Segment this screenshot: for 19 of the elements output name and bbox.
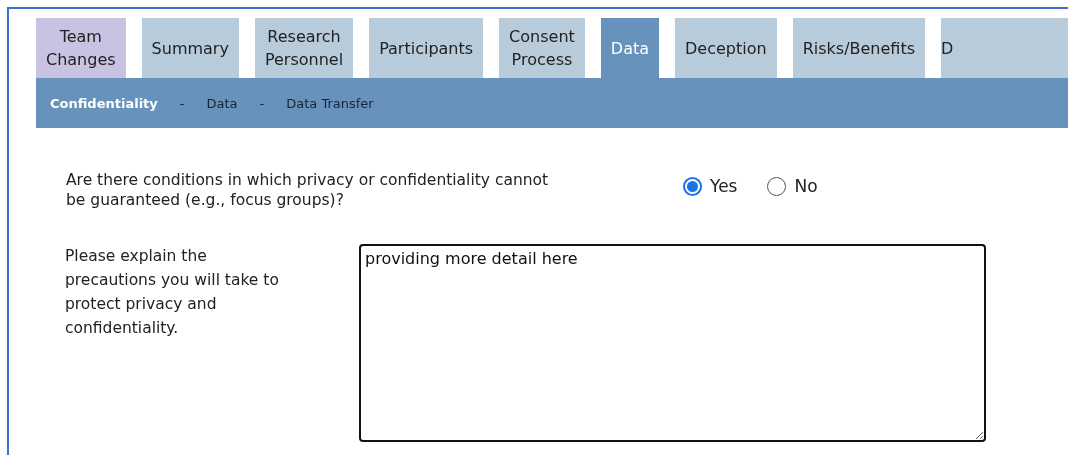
tab[interactable]: Team Changes (36, 18, 126, 78)
tab[interactable]: Summary (141, 18, 239, 78)
explanation-field[interactable]: providing more detail here (359, 244, 986, 442)
subnav-link[interactable]: Data (206, 95, 238, 111)
tab[interactable]: Research Personnel (254, 18, 354, 78)
tab[interactable]: D (941, 18, 1068, 78)
radio-label: No (794, 176, 818, 196)
question-text: Are there conditions in which privacy or confidentiality cannot be guaranteed (e.g., focus groups)? (66, 170, 550, 210)
separator: - (179, 95, 185, 111)
tab[interactable]: Participants (369, 18, 484, 78)
subnav-link[interactable]: Data Transfer (286, 95, 374, 111)
field-label: Please explain the precautions you will take to protect privacy and confidentiality. (65, 246, 280, 339)
radio-label: Yes (710, 176, 738, 196)
tab[interactable]: Deception (675, 18, 777, 78)
separator: - (259, 95, 265, 111)
tab[interactable]: Risks/Benefits (792, 18, 925, 78)
radio-button[interactable] (683, 176, 702, 196)
radio-button[interactable] (767, 176, 787, 196)
tab[interactable]: Consent Process (499, 18, 585, 78)
